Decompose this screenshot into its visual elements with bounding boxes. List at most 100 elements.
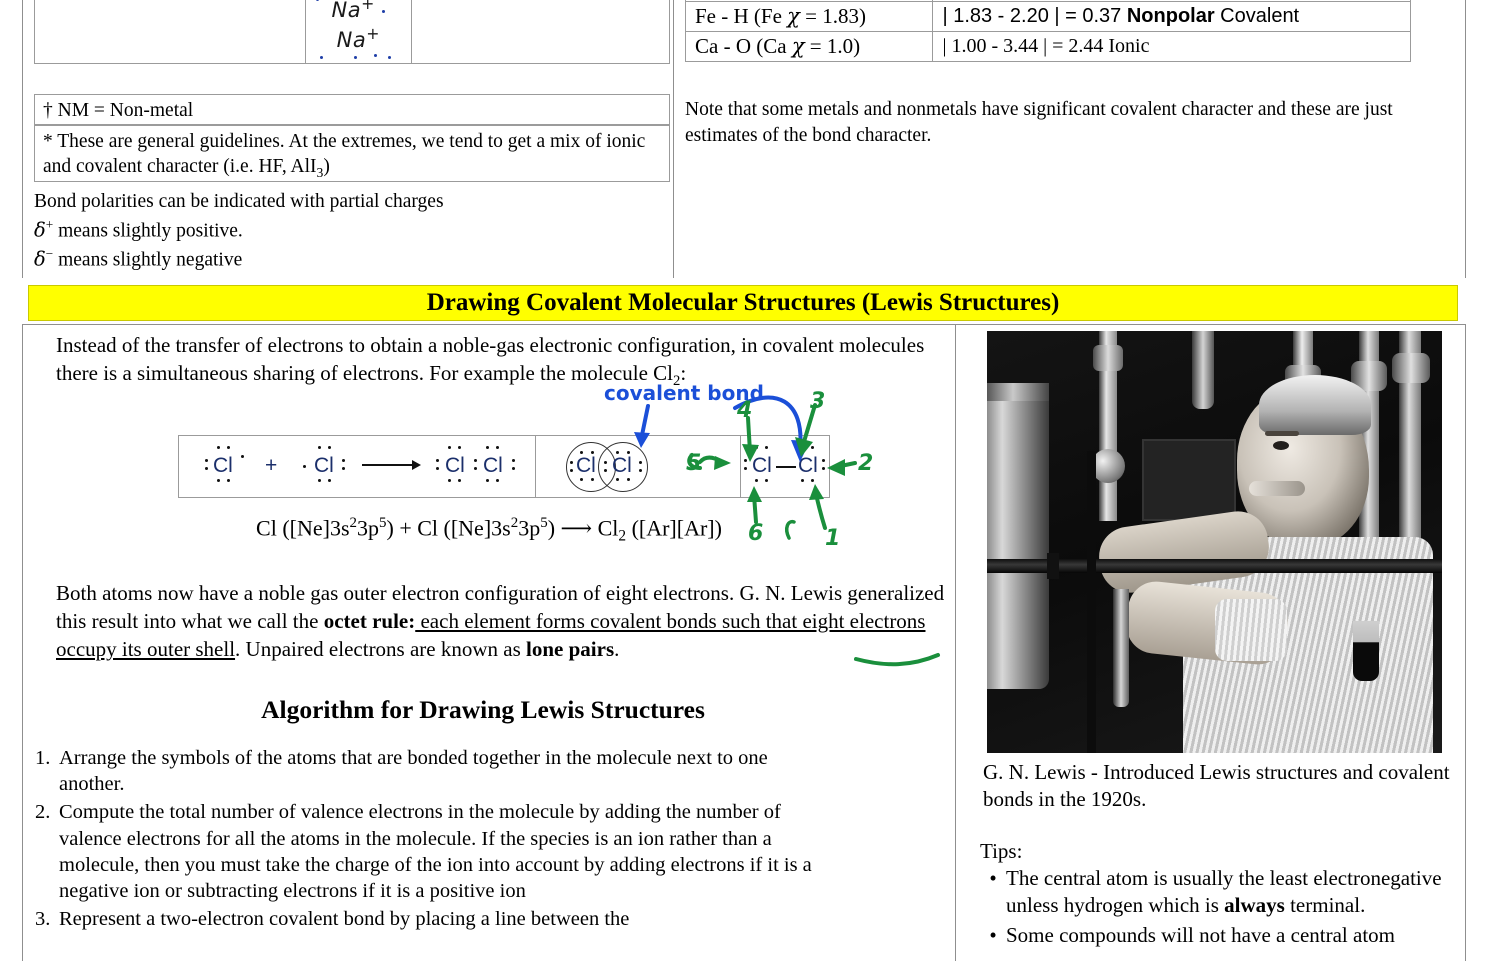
intro-colon: :: [680, 360, 687, 385]
delta-negative-text: means slightly negative: [58, 249, 243, 271]
intro-text: Instead of the transfer of electrons to …: [56, 333, 925, 385]
footnote-guidelines: * These are general guidelines. At the e…: [34, 125, 670, 182]
eq-plus: +: [393, 515, 418, 541]
eneg-pair: Fe - H (Fe χ = 1.83): [684, 1, 934, 32]
eq-lhs: Cl ([Ne]3s: [417, 515, 511, 541]
item-text: Represent a two-electron covalent bond b…: [59, 908, 630, 931]
calc-text: | 1.83 - 2.20 | = 0.37: [942, 5, 1127, 27]
item-text: Arrange the symbols of the atoms that ar…: [59, 747, 768, 796]
algorithm-title: Algorithm for Drawing Lewis Structures: [261, 695, 705, 724]
list-item: • The central atom is usually the least …: [980, 865, 1442, 920]
pair-text: Fe - H (Fe: [695, 4, 782, 28]
eq-arrow: ⟶: [555, 515, 598, 541]
plus-operator: +: [265, 454, 278, 477]
section-banner: Drawing Covalent Molecular Structures (L…: [28, 285, 1458, 321]
item-text: Some compounds will not have a central a…: [1006, 922, 1395, 947]
lewis-structure-diagram: Cl + Cl Cl Cl Cl Cl Cl Cl: [178, 435, 830, 498]
intro-paragraph: Instead of the transfer of electrons to …: [56, 332, 946, 391]
pair-text: Ca - O (Ca: [695, 34, 787, 58]
chi-symbol: χ: [791, 34, 805, 58]
top-right-column: Cr - Cl (Cr χ = 1.66) | 1.66 - 3.16 | = …: [673, 0, 1466, 278]
bond-type-table: Metallic Bond Na-Na Na+ Na+: [34, 0, 671, 64]
eq-close: ): [547, 515, 556, 541]
lower-section: Instead of the transfer of electrons to …: [22, 324, 1466, 961]
pair-value: = 1.83): [805, 4, 866, 28]
eq-product-sub: 2: [618, 527, 627, 545]
lone-pairs-term: lone pairs: [526, 636, 615, 661]
bond-type-example: Na-Na Na+ Na+: [304, 0, 412, 64]
photo-caption: G. N. Lewis - Introduced Lewis structure…: [983, 760, 1450, 812]
banner-title: Drawing Covalent Molecular Structures (L…: [426, 289, 1060, 316]
chi-symbol: χ: [787, 4, 800, 28]
pair-value: = 1.0): [809, 34, 861, 58]
na-na-handdrawing: Na+ Na+: [314, 0, 403, 59]
tips-list: • The central atom is usually the least …: [980, 865, 1442, 951]
plus-superscript: +: [45, 216, 54, 232]
tips-label: Tips:: [980, 839, 1023, 863]
cl-atom-label: Cl: [483, 454, 503, 477]
eq-product: Cl: [597, 515, 619, 541]
item-number: 1.: [35, 747, 51, 769]
cl-atom-label: Cl: [445, 454, 465, 477]
eq-exp: 2: [349, 515, 357, 531]
top-section: Metallic Bond Na-Na Na+ Na+: [22, 0, 1466, 278]
lewis-panel-reaction: Cl + Cl Cl Cl: [179, 436, 535, 497]
calc-tail: Covalent: [1214, 5, 1300, 27]
document-page: Metallic Bond Na-Na Na+ Na+: [0, 0, 1486, 961]
cl-atom-label: Cl: [798, 454, 818, 477]
table-row: Metallic Bond Na-Na Na+ Na+: [34, 0, 671, 64]
eq-product-tail: ([Ar][Ar]): [626, 515, 722, 541]
eq-mid: 3p: [357, 515, 379, 541]
lewis-panel-circles: Cl Cl: [535, 436, 740, 497]
delta-positive-text: means slightly positive.: [58, 220, 243, 242]
delta-symbol: δ: [34, 218, 46, 242]
delta-negative-line: δ− means slightly negative: [34, 245, 674, 274]
octet-end: .: [614, 636, 620, 661]
lewis-panel-linebond: Cl Cl: [740, 436, 829, 497]
eq-lhs: Cl ([Ne]3s: [256, 515, 350, 541]
tip-post: terminal.: [1284, 893, 1366, 918]
bond-type-name: Metallic Bond: [34, 0, 306, 64]
cl-atom-label: Cl: [213, 454, 233, 477]
partial-charges-block: Bond polarities can be indicated with pa…: [34, 189, 674, 274]
lower-left-column: Instead of the transfer of electrons to …: [23, 325, 955, 961]
list-item: 3. Represent a two-electron covalent bon…: [35, 906, 835, 932]
cl-atom-label: Cl: [576, 454, 596, 477]
algorithm-list: 1. Arrange the symbols of the atoms that…: [35, 745, 835, 935]
eq-mid: 3p: [518, 515, 541, 541]
top-left-column: Metallic Bond Na-Na Na+ Na+: [23, 0, 673, 278]
table-row: Fe - H (Fe χ = 1.83) | 1.83 - 2.20 | = 0…: [684, 1, 1411, 32]
item-text: Compute the total number of valence elec…: [59, 801, 812, 903]
bond-type-elements: Metal and Metal: [410, 0, 671, 64]
nonpolar-bold: Nonpolar: [1126, 5, 1215, 27]
eneg-pair: Ca - O (Ca χ = 1.0): [684, 31, 934, 62]
cl-atom-label: Cl: [612, 454, 632, 477]
item-number: 2.: [35, 801, 51, 824]
item-text: The central atom is usually the least el…: [1006, 865, 1442, 920]
eneg-calc: | 1.00 - 3.44 | = 2.44 Ionic: [932, 31, 1411, 62]
bullet-icon: •: [989, 922, 997, 947]
eneg-calc: | 1.83 - 2.20 | = 0.37 Nonpolar Covalent: [932, 1, 1411, 32]
octet-middle: . Unpaired electrons are known as: [235, 636, 527, 661]
bullet-icon: •: [989, 866, 997, 890]
cl-atom-label: Cl: [752, 454, 772, 477]
table-row: Ca - O (Ca χ = 1.0) | 1.00 - 3.44 | = 2.…: [684, 31, 1411, 62]
footnote-nonmetal: † NM = Non-metal: [34, 94, 670, 125]
item-number: 3.: [35, 908, 51, 931]
lewis-portrait-photo: [987, 331, 1442, 753]
partial-charge-intro: Bond polarities can be indicated with pa…: [34, 191, 444, 212]
electronegativity-table: Cr - Cl (Cr χ = 1.66) | 1.66 - 3.16 | = …: [684, 0, 1411, 62]
list-item: • Some compounds will not have a central…: [980, 922, 1442, 949]
eq-close: ): [386, 515, 394, 541]
minus-superscript: −: [45, 245, 54, 261]
octet-rule-paragraph: Both atoms now have a noble gas outer el…: [56, 580, 954, 664]
delta-positive-line: δ+ means slightly positive.: [34, 216, 674, 245]
cl-atom-label: Cl: [314, 454, 334, 477]
lower-right-column: G. N. Lewis - Introduced Lewis structure…: [955, 325, 1466, 961]
electronegativity-note: Note that some metals and nonmetals have…: [685, 99, 1393, 146]
list-item: 1. Arrange the symbols of the atoms that…: [35, 745, 835, 797]
delta-symbol: δ: [34, 247, 46, 271]
list-item: 2. Compute the total number of valence e…: [35, 799, 835, 904]
tip-bold: always: [1224, 893, 1285, 918]
electron-configuration-equation: Cl ([Ne]3s23p5) + Cl ([Ne]3s23p5) ⟶ Cl2 …: [23, 515, 955, 546]
